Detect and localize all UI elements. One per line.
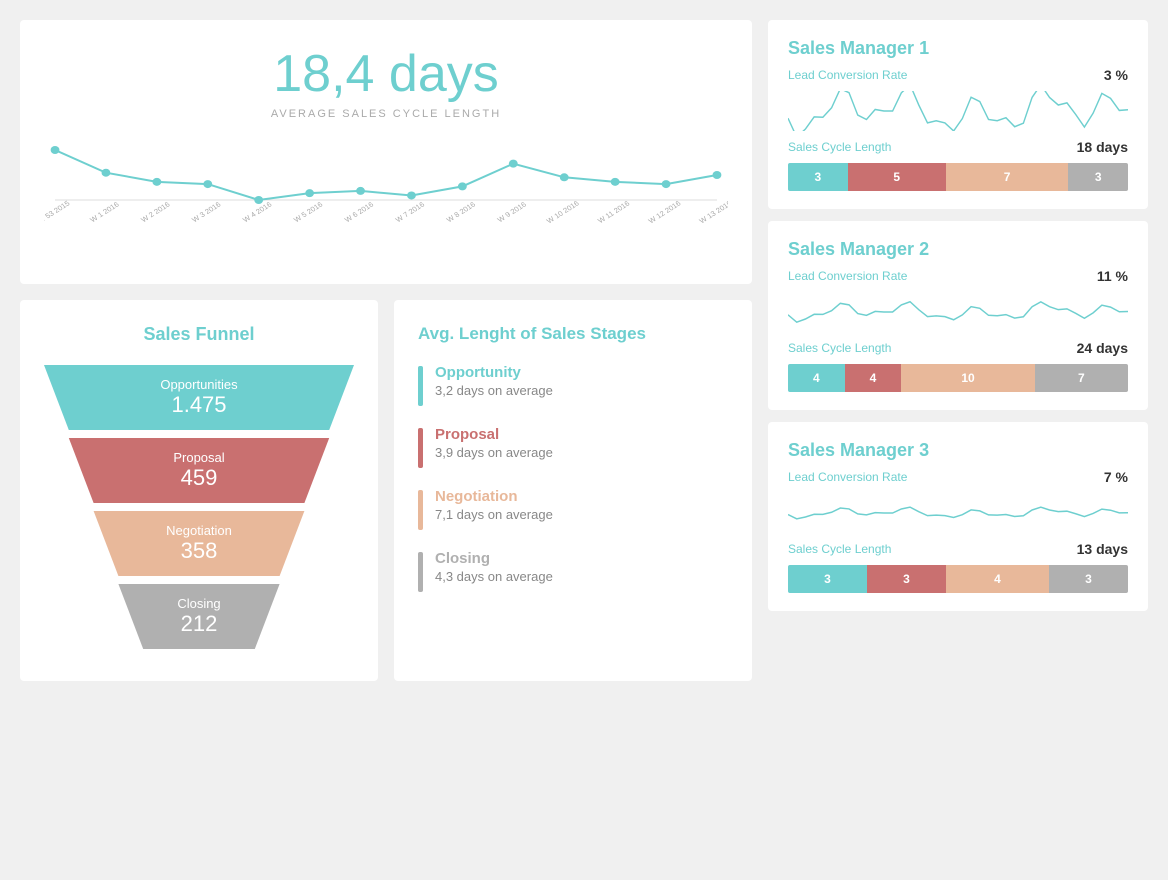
svg-text:W 13 2016: W 13 2016	[697, 199, 728, 225]
funnel-item: Proposal459	[44, 438, 354, 503]
sales-cycle-label: Sales Cycle Length	[788, 542, 891, 556]
bottom-left: Sales Funnel Opportunities1.475Proposal4…	[20, 300, 752, 681]
stage-bar	[418, 366, 423, 406]
svg-text:W 12 2016: W 12 2016	[647, 199, 683, 225]
avg-days-label: AVERAGE SALES CYCLE LENGTH	[44, 108, 728, 120]
funnel-item: Closing212	[44, 584, 354, 649]
bar-segment: 10	[901, 364, 1034, 392]
lead-conv-row: Lead Conversion Rate 11 %	[788, 268, 1128, 284]
stacked-bar: 3573	[788, 163, 1128, 191]
bar-segment: 3	[1068, 163, 1128, 191]
lead-conv-label: Lead Conversion Rate	[788, 68, 907, 82]
stage-value: 4,3 days on average	[435, 569, 553, 584]
bar-segment: 5	[848, 163, 946, 191]
sales-cycle-label: Sales Cycle Length	[788, 140, 891, 154]
stage-item: Opportunity 3,2 days on average	[418, 364, 728, 406]
manager-card-2: Sales Manager 2 Lead Conversion Rate 11 …	[768, 221, 1148, 410]
funnel-card: Sales Funnel Opportunities1.475 Proposal4…	[20, 300, 378, 681]
stage-label: Closing	[435, 550, 553, 567]
stage-items: Opportunity 3,2 days on average Proposal…	[418, 364, 728, 592]
avg-stages-card: Avg. Lenght of Sales Stages Opportunity …	[394, 300, 752, 681]
manager-card-1: Sales Manager 1 Lead Conversion Rate 3 %…	[768, 20, 1148, 209]
sales-cycle-value: 18 days	[1077, 139, 1128, 155]
lead-conv-row: Lead Conversion Rate 3 %	[788, 67, 1128, 83]
lead-conv-value: 3 %	[1104, 67, 1128, 83]
funnel-item: Negotiation358	[44, 511, 354, 576]
sales-cycle-row: Sales Cycle Length 18 days	[788, 139, 1128, 155]
svg-text:W 10 2016: W 10 2016	[545, 199, 581, 225]
stage-value: 7,1 days on average	[435, 507, 553, 522]
bar-segment: 3	[1049, 565, 1128, 593]
stage-label: Negotiation	[435, 488, 553, 505]
lead-conv-value: 7 %	[1104, 469, 1128, 485]
sales-cycle-row: Sales Cycle Length 24 days	[788, 340, 1128, 356]
funnel-item: Opportunities1.475	[44, 365, 354, 430]
sales-cycle-value: 13 days	[1077, 541, 1128, 557]
svg-text:W 8 2016: W 8 2016	[445, 200, 477, 224]
lead-conv-value: 11 %	[1097, 268, 1128, 284]
lead-conv-row: Lead Conversion Rate 7 %	[788, 469, 1128, 485]
svg-text:W 7 2016: W 7 2016	[394, 200, 426, 224]
bar-segment: 7	[946, 163, 1069, 191]
dashboard: 18,4 days AVERAGE SALES CYCLE LENGTH W 5…	[20, 20, 1148, 681]
funnel-title: Sales Funnel	[44, 324, 354, 345]
avg-sales-card: 18,4 days AVERAGE SALES CYCLE LENGTH W 5…	[20, 20, 752, 284]
sparkline	[788, 493, 1128, 533]
stacked-bar: 44107	[788, 364, 1128, 392]
stage-item: Proposal 3,9 days on average	[418, 426, 728, 468]
stage-bar	[418, 552, 423, 592]
avg-sales-chart: W 53 2015W 1 2016W 2 2016W 3 2016W 4 201…	[44, 140, 728, 260]
bar-segment: 3	[788, 163, 848, 191]
manager-card-3: Sales Manager 3 Lead Conversion Rate 7 %…	[768, 422, 1148, 611]
stage-item: Closing 4,3 days on average	[418, 550, 728, 592]
bar-segment: 3	[867, 565, 946, 593]
funnel-items: Opportunities1.475 Proposal459 Negotiation…	[44, 365, 354, 649]
svg-text:W 9 2016: W 9 2016	[496, 200, 528, 224]
svg-text:W 6 2016: W 6 2016	[343, 200, 375, 224]
svg-text:W 5 2016: W 5 2016	[292, 200, 324, 224]
svg-text:W 3 2016: W 3 2016	[190, 200, 222, 224]
stage-bar	[418, 490, 423, 530]
bar-segment: 3	[788, 565, 867, 593]
svg-text:W 11 2016: W 11 2016	[596, 199, 631, 225]
sales-cycle-value: 24 days	[1077, 340, 1128, 356]
avg-stages-title: Avg. Lenght of Sales Stages	[418, 324, 728, 344]
bar-segment: 4	[946, 565, 1049, 593]
stage-value: 3,2 days on average	[435, 383, 553, 398]
bar-segment: 7	[1035, 364, 1128, 392]
sales-cycle-label: Sales Cycle Length	[788, 341, 891, 355]
stage-value: 3,9 days on average	[435, 445, 553, 460]
svg-text:W 2 2016: W 2 2016	[139, 200, 171, 224]
stage-bar	[418, 428, 423, 468]
stage-label: Proposal	[435, 426, 553, 443]
stage-item: Negotiation 7,1 days on average	[418, 488, 728, 530]
svg-text:W 53 2015: W 53 2015	[44, 199, 72, 225]
manager-name: Sales Manager 1	[788, 38, 1128, 59]
right-panel: Sales Manager 1 Lead Conversion Rate 3 %…	[768, 20, 1148, 681]
bar-segment: 4	[788, 364, 845, 392]
stage-label: Opportunity	[435, 364, 553, 381]
lead-conv-label: Lead Conversion Rate	[788, 269, 907, 283]
manager-name: Sales Manager 3	[788, 440, 1128, 461]
lead-conv-label: Lead Conversion Rate	[788, 470, 907, 484]
sales-cycle-row: Sales Cycle Length 13 days	[788, 541, 1128, 557]
sparkline	[788, 91, 1128, 131]
sparkline	[788, 292, 1128, 332]
stacked-bar: 3343	[788, 565, 1128, 593]
manager-name: Sales Manager 2	[788, 239, 1128, 260]
svg-text:W 1 2016: W 1 2016	[88, 200, 120, 224]
bar-segment: 4	[845, 364, 902, 392]
avg-days-value: 18,4 days	[44, 44, 728, 104]
